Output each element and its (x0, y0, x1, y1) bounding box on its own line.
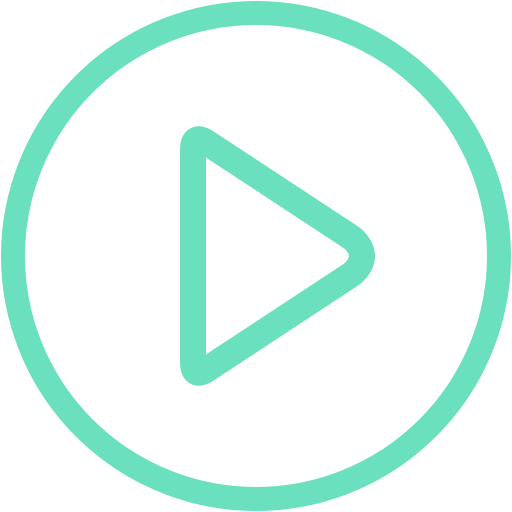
play-button[interactable] (0, 0, 512, 512)
play-icon-triangle (180, 126, 375, 386)
play-icon (1, 1, 511, 511)
play-icon-ring (1, 1, 511, 511)
